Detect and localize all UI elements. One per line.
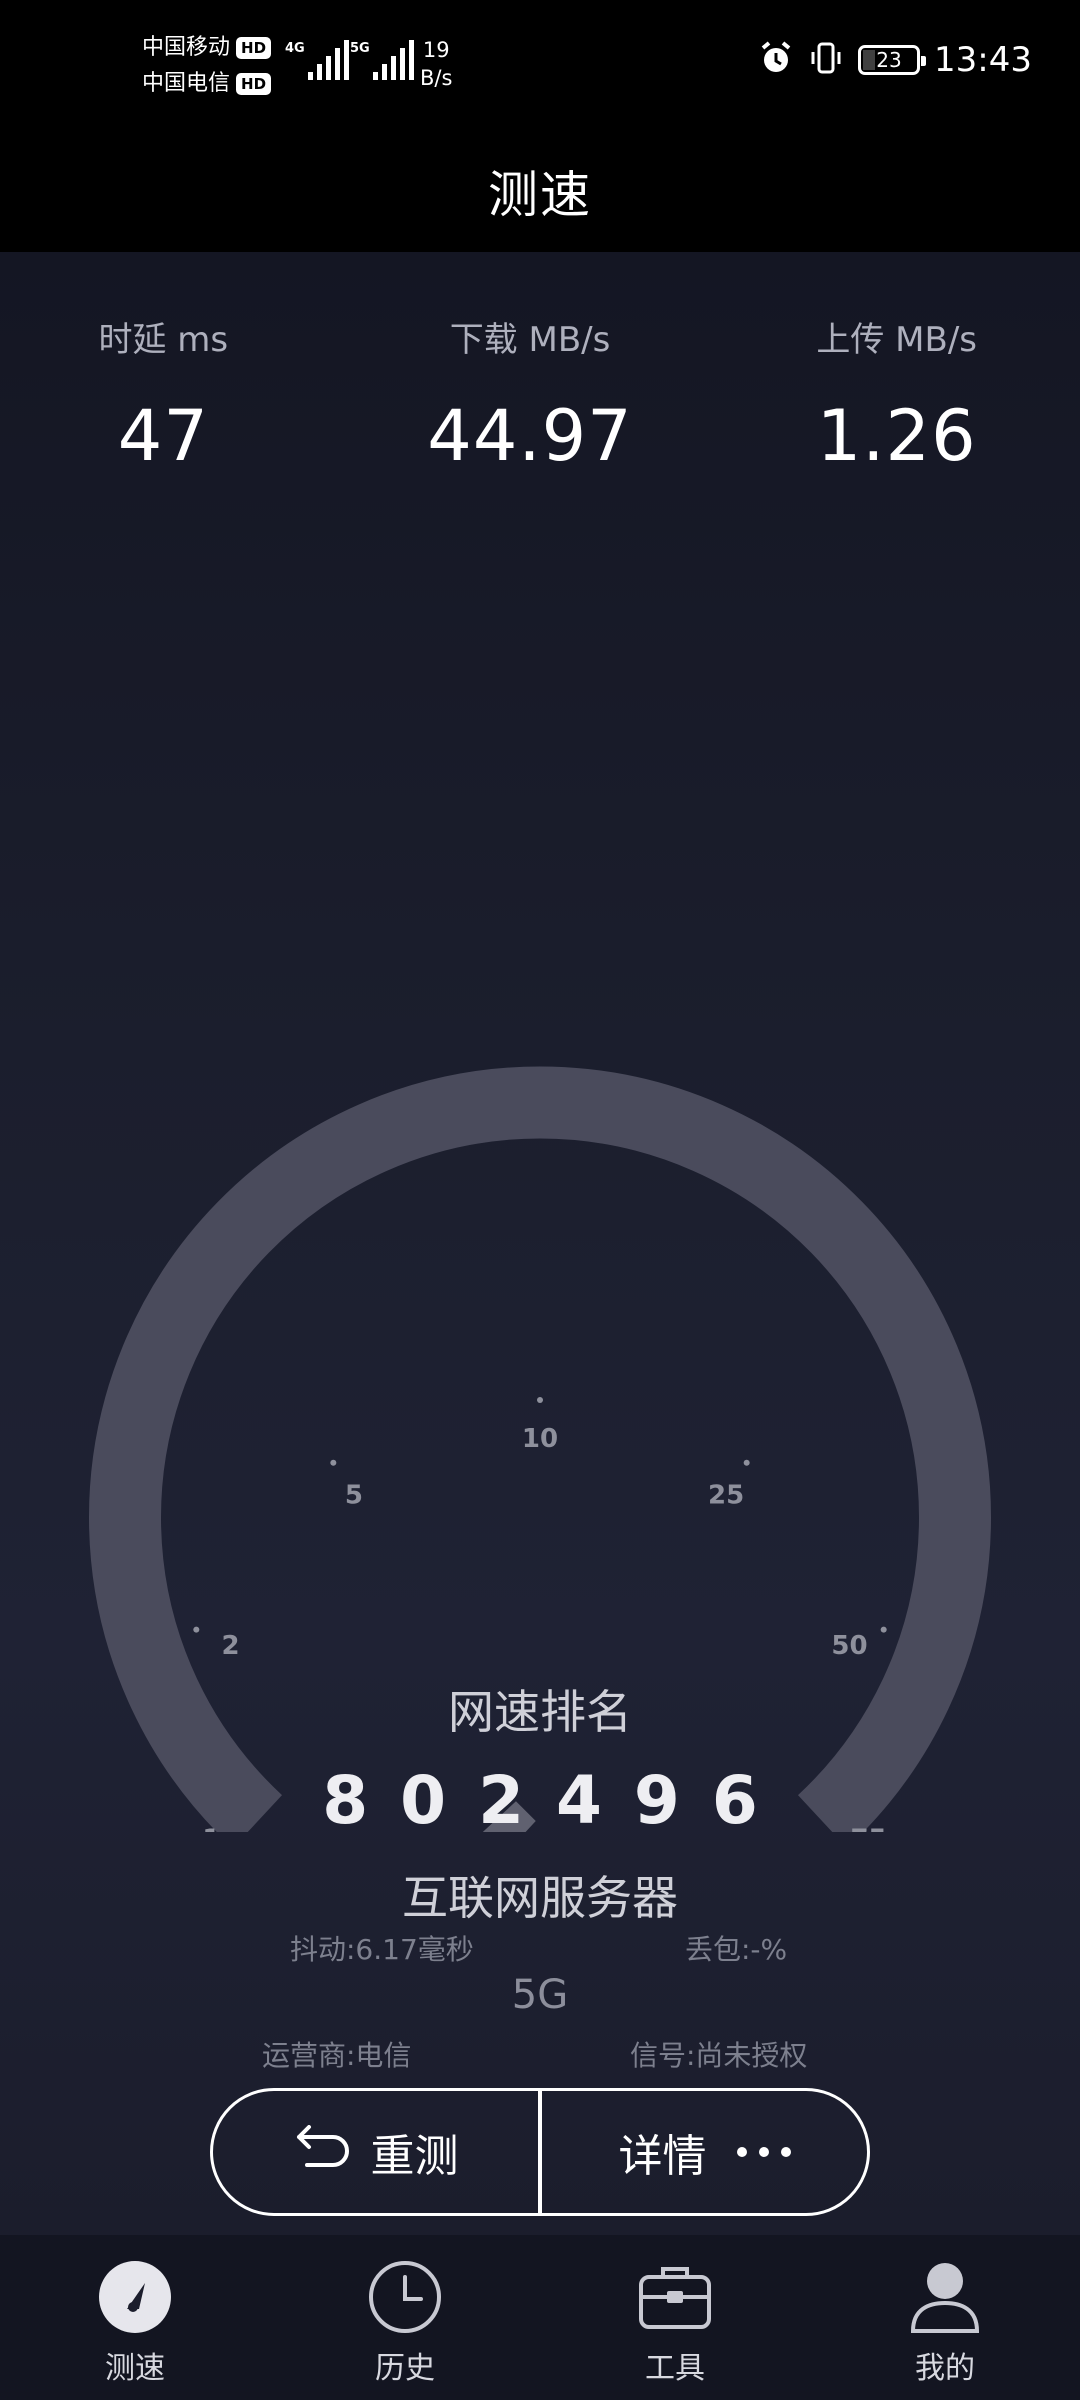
gauge-tick-dot — [743, 1459, 750, 1466]
gauge-tick-dot — [537, 1397, 543, 1403]
alarm-icon — [758, 40, 794, 80]
speedtest-panel: 时延 ms 47 下载 MB/s 44.97 上传 MB/s 1.26 0125… — [0, 252, 1080, 2235]
page-title: 测速 — [488, 166, 592, 224]
speed-gauge: 012510255075100 — [89, 1066, 991, 1832]
network-speed-indicator: 19 B/s — [420, 36, 452, 92]
bottom-navigation: 测速 历史 工具 我的 — [0, 2235, 1080, 2400]
speedometer-icon — [95, 2257, 175, 2337]
upload-metric: 上传 MB/s 1.26 — [713, 312, 1080, 477]
server-name: 互联网服务器 — [402, 1871, 678, 1925]
retest-button[interactable]: 重测 — [213, 2091, 538, 2213]
hd-badge: HD — [236, 37, 272, 59]
metric-label: 下载 MB/s — [449, 320, 611, 360]
network-speed-value: 19 — [422, 38, 450, 62]
rank-number: 802496 — [322, 1762, 790, 1839]
retest-label: 重测 — [370, 2131, 459, 2182]
metric-label: 时延 ms — [98, 320, 229, 360]
carrier-info: 中国移动 HD 中国电信 HD — [142, 30, 272, 102]
details-button[interactable]: 详情 — [542, 2091, 867, 2213]
battery-icon: 23 — [858, 45, 927, 75]
rank-title: 网速排名 — [448, 1685, 632, 1739]
clock: 13:43 — [934, 40, 1032, 80]
download-metric: 下载 MB/s 44.97 — [347, 312, 714, 477]
metric-value: 47 — [117, 395, 209, 477]
signal-2-type: 5G — [350, 41, 370, 56]
status-bar: 中国移动 HD 中国电信 HD 4G 5G 19 B/s 23 13:43 — [0, 0, 1080, 130]
metrics-row: 时延 ms 47 下载 MB/s 44.97 上传 MB/s 1.26 — [0, 312, 1080, 477]
operator-value: 运营商:电信 — [262, 2039, 412, 2072]
metric-value: 1.26 — [816, 395, 977, 477]
vibrate-icon — [808, 40, 844, 80]
carrier-2-name: 中国电信 — [142, 71, 231, 96]
gauge-tick-label: 50 — [831, 1631, 867, 1661]
signal-1-icon: 4G — [285, 40, 349, 80]
signal-1-type: 4G — [285, 41, 305, 56]
metric-label: 上传 MB/s — [816, 320, 977, 360]
signal-2-icon: 5G — [350, 40, 414, 80]
signal-value: 信号:尚未授权 — [630, 2039, 808, 2072]
status-right-group: 23 13:43 — [758, 40, 1032, 80]
nav-label: 测速 — [105, 2351, 165, 2386]
gauge-tick-label: 2 — [221, 1631, 239, 1661]
nav-label: 历史 — [375, 2351, 435, 2386]
nav-label: 工具 — [645, 2351, 705, 2386]
gauge-tick-label: 5 — [345, 1480, 363, 1510]
app-header: 测速 — [0, 130, 1080, 252]
hd-badge: HD — [236, 73, 272, 95]
carrier-1-name: 中国移动 — [142, 35, 231, 60]
battery-level: 23 — [876, 48, 902, 72]
network-speed-unit: B/s — [420, 66, 453, 90]
undo-arrow-icon — [293, 2124, 351, 2180]
nav-tools[interactable]: 工具 — [540, 2235, 810, 2400]
more-dots-icon — [736, 2147, 791, 2157]
network-type: 5G — [511, 1972, 569, 2018]
profile-icon — [905, 2257, 985, 2337]
gauge-tick-dot — [330, 1459, 337, 1466]
action-buttons: 重测 详情 — [210, 2088, 870, 2216]
nav-profile[interactable]: 我的 — [810, 2235, 1080, 2400]
gauge-tick-dot — [880, 1626, 887, 1633]
gauge-tick-dot — [193, 1626, 200, 1633]
gauge-tick-label: 10 — [522, 1424, 558, 1454]
packet-loss-value: 丢包:-% — [685, 1933, 788, 1966]
details-label: 详情 — [618, 2131, 707, 2182]
nav-history[interactable]: 历史 — [270, 2235, 540, 2400]
toolbox-icon — [635, 2257, 715, 2337]
latency-metric: 时延 ms 47 — [0, 312, 347, 477]
jitter-value: 抖动:6.17毫秒 — [290, 1933, 474, 1966]
gauge-tick-label: 25 — [708, 1480, 744, 1510]
metric-value: 44.97 — [427, 395, 633, 477]
nav-speedtest[interactable]: 测速 — [0, 2235, 270, 2400]
clock-icon — [365, 2257, 445, 2337]
nav-label: 我的 — [915, 2351, 975, 2386]
